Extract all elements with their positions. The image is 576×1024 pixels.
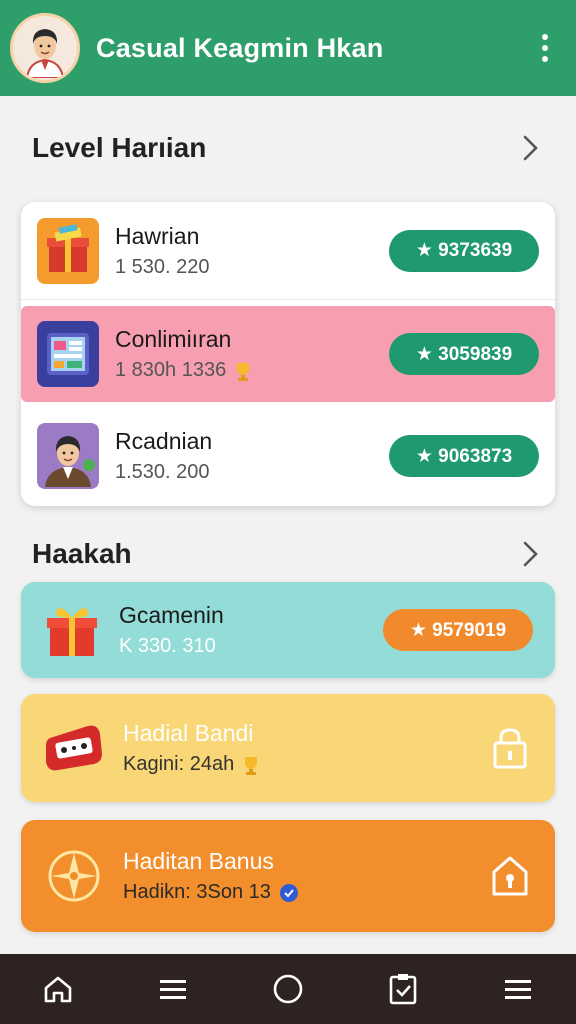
card-subtitle: Hadikn: 3Son 13 <box>123 881 271 903</box>
section-header-rewards[interactable]: Haakah <box>0 524 576 584</box>
item-title: Conlimiıran <box>115 326 232 352</box>
home-icon[interactable] <box>28 959 88 1019</box>
item-title: Rcadnian <box>115 428 213 454</box>
list-item[interactable]: Rcadnian 1.530. 200 ★ 9063873 <box>21 406 555 506</box>
gift-box-icon <box>37 217 99 284</box>
card-title: Haditan Banus <box>123 848 274 874</box>
reward-card[interactable]: Gcamenin K 330. 310 ★ 9579019 <box>21 582 555 678</box>
locked-reward-card[interactable]: Hadial Bandi Kagini: 24ah <box>21 694 555 802</box>
trophy-icon <box>245 756 258 775</box>
bottom-navigation <box>0 954 576 1024</box>
section-title: Haakah <box>32 538 132 569</box>
compass-icon <box>41 843 107 909</box>
section-header-daily[interactable]: Level Harıian <box>0 118 576 178</box>
trophy-icon <box>237 362 250 381</box>
avatar-icon <box>15 18 75 78</box>
game-controller-icon <box>41 715 107 781</box>
item-subtitle: 1 830h 1336 <box>115 359 227 381</box>
circle-icon[interactable] <box>258 959 318 1019</box>
menu-icon[interactable] <box>143 959 203 1019</box>
reward-button[interactable]: ★ 3059839 <box>389 333 539 375</box>
item-subtitle: 1.530. 200 <box>115 461 210 483</box>
profile-avatar[interactable] <box>10 13 80 83</box>
reward-button[interactable]: ★ 9373639 <box>389 229 539 272</box>
more-options-icon[interactable] <box>530 28 560 68</box>
item-title: Hawrian <box>115 222 200 249</box>
badge-icon <box>279 883 298 902</box>
app-title: Casual Keagmin Hkan <box>96 32 384 63</box>
list-item[interactable]: Hawrian 1 530. 220 ★ 9373639 <box>21 202 555 300</box>
clipboard-icon[interactable] <box>373 959 433 1019</box>
daily-level-list: Hawrian 1 530. 220 ★ 9373639 Conlimiıran… <box>21 202 555 506</box>
list-item-highlighted[interactable]: Conlimiıran 1 830h 1336 ★ 3059839 <box>21 306 555 402</box>
card-subtitle: Kagini: 24ah <box>123 753 235 775</box>
menu-icon[interactable] <box>488 959 548 1019</box>
avatar-icon <box>37 423 99 489</box>
item-subtitle: 1 530. 220 <box>115 255 210 278</box>
reward-button[interactable]: ★ 9579019 <box>383 609 533 651</box>
chevron-right-icon[interactable] <box>516 539 546 569</box>
reward-button[interactable]: ★ 9063873 <box>389 435 539 477</box>
card-title: Gcamenin <box>119 602 224 628</box>
card-subtitle: K 330. 310 <box>119 635 216 657</box>
tablet-app-icon <box>37 321 99 387</box>
section-title: Level Harıian <box>32 132 207 163</box>
card-title: Hadial Bandi <box>123 720 254 746</box>
locked-reward-card[interactable]: Haditan Banus Hadikn: 3Son 13 <box>21 820 555 932</box>
home-lock-icon[interactable] <box>487 853 533 899</box>
lock-icon[interactable] <box>487 725 533 771</box>
gift-box-icon <box>41 599 103 661</box>
chevron-right-icon[interactable] <box>516 133 546 163</box>
app-bar: Casual Keagmin Hkan <box>0 0 576 96</box>
